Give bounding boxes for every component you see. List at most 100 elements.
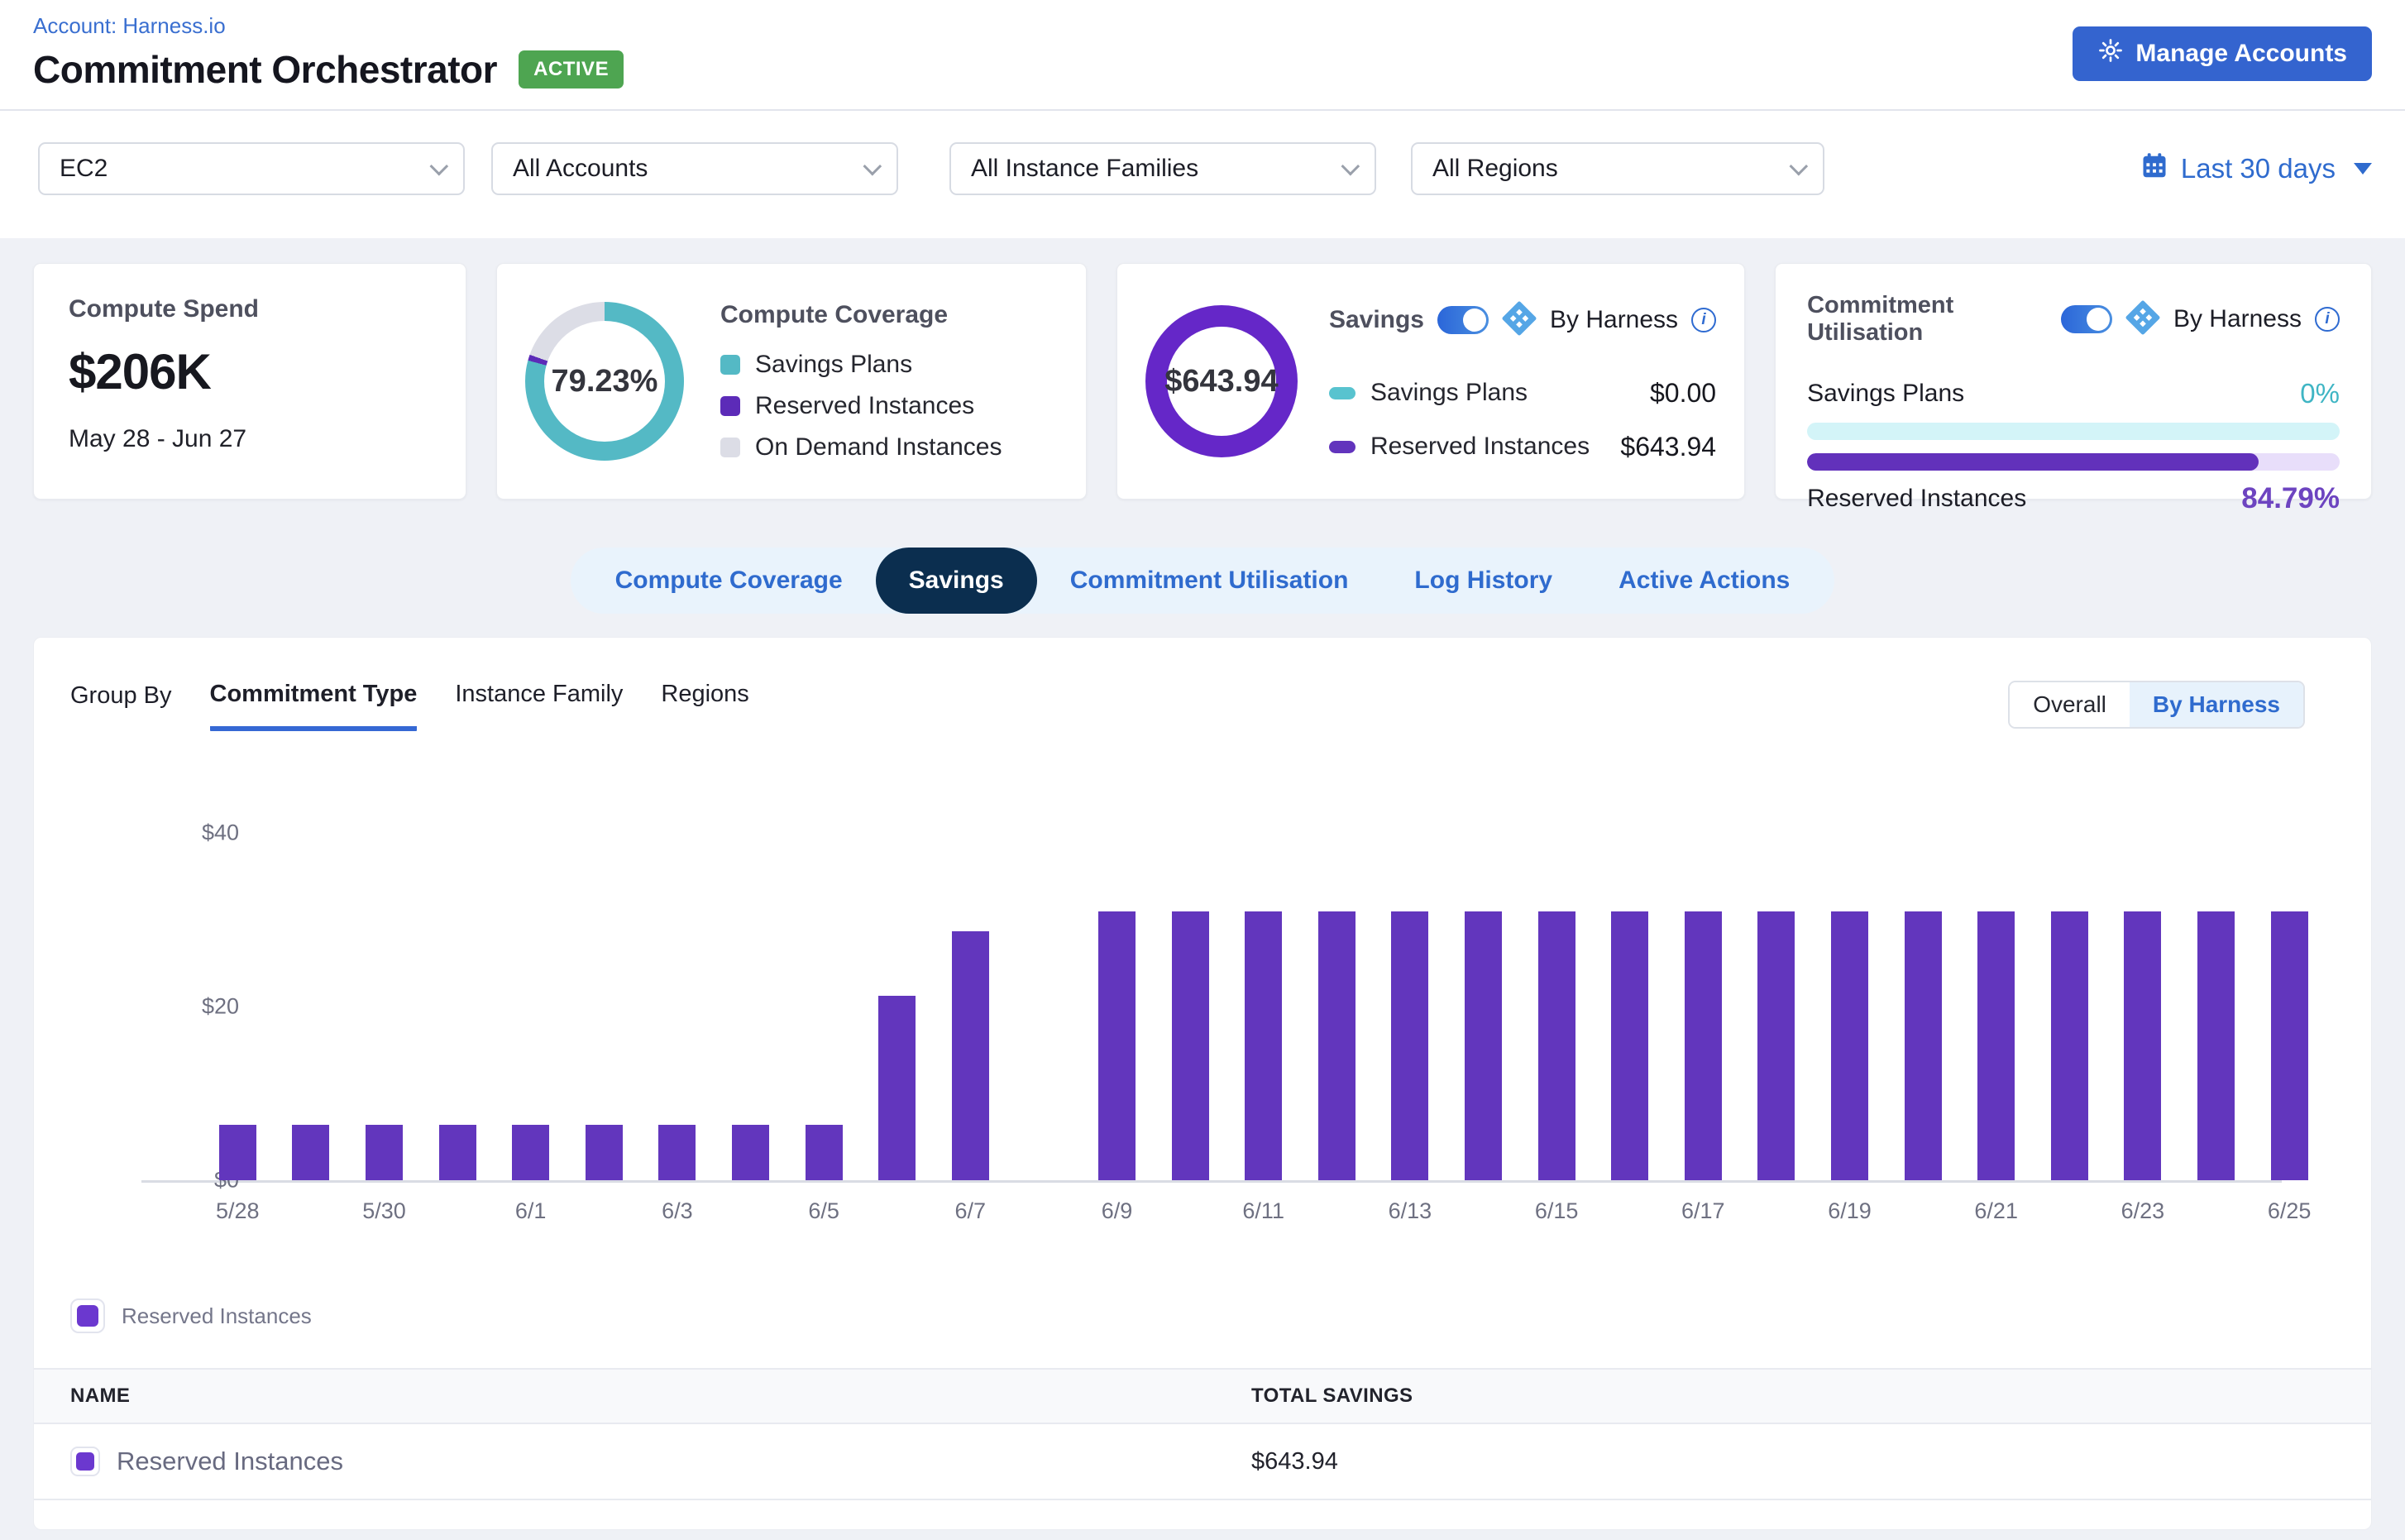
savings-row-label: Reserved Instances — [1370, 433, 1590, 461]
bar-6/15[interactable] — [1538, 911, 1575, 1181]
bar-6/3[interactable] — [658, 1125, 696, 1180]
tab-commitment-utilisation[interactable]: Commitment Utilisation — [1037, 548, 1382, 614]
coverage-legend: Savings Plans Reserved Instances On Demand… — [720, 351, 1002, 462]
chart-plot-area: $0$20$405/285/306/16/36/56/76/96/116/136… — [141, 835, 2282, 1183]
legend-toggle-reserved-instances[interactable] — [70, 1298, 105, 1333]
bar-5/28[interactable] — [219, 1125, 256, 1180]
bar-6/7[interactable] — [952, 931, 989, 1180]
x-axis-tick: 6/1 — [515, 1198, 547, 1224]
savings-row-value: $0.00 — [1650, 378, 1716, 409]
commitment-utilisation-card: Commitment Utilisation By Harness i Savi… — [1775, 263, 2372, 500]
group-by-regions[interactable]: Regions — [661, 681, 748, 731]
group-by-instance-family[interactable]: Instance Family — [455, 681, 623, 731]
legend-label: Reserved Instances — [122, 1303, 312, 1329]
bar-5/29[interactable] — [292, 1125, 329, 1180]
tab-savings[interactable]: Savings — [876, 548, 1037, 614]
row-total-savings: $643.94 — [1251, 1448, 2371, 1475]
savings-card: $643.94 Savings By Harness i Savings — [1116, 263, 1745, 500]
x-axis-tick: 6/3 — [662, 1198, 693, 1224]
status-badge: ACTIVE — [519, 50, 624, 88]
x-axis-tick: 5/30 — [362, 1198, 406, 1224]
bar-6/20[interactable] — [1905, 911, 1942, 1181]
bar-6/14[interactable] — [1465, 911, 1502, 1181]
bar-5/31[interactable] — [439, 1125, 476, 1180]
coverage-legend-item: Reserved Instances — [720, 392, 1002, 420]
bar-6/4[interactable] — [732, 1125, 769, 1180]
compute-spend-value: $206K — [69, 343, 431, 400]
row-legend-chip[interactable] — [70, 1447, 100, 1476]
accounts-dropdown[interactable]: All Accounts — [491, 142, 898, 195]
x-axis-tick: 6/25 — [2268, 1198, 2312, 1224]
column-header-total-savings: TOTAL SAVINGS — [1251, 1385, 2371, 1408]
savings-title: Savings — [1329, 306, 1424, 334]
commitment-utilisation-title: Commitment Utilisation — [1807, 292, 2048, 347]
bar-6/25[interactable] — [2271, 911, 2308, 1181]
date-range-picker[interactable]: Last 30 days — [2140, 151, 2372, 187]
bar-6/9[interactable] — [1098, 911, 1136, 1181]
x-axis-tick: 6/9 — [1102, 1198, 1133, 1224]
bar-6/6[interactable] — [878, 996, 916, 1180]
bar-6/24[interactable] — [2197, 911, 2235, 1181]
bar-6/22[interactable] — [2051, 911, 2088, 1181]
bar-6/13[interactable] — [1391, 911, 1428, 1181]
table-row: Reserved Instances $643.94 — [34, 1424, 2371, 1500]
compute-coverage-title: Compute Coverage — [720, 301, 1002, 329]
bar-6/1[interactable] — [512, 1125, 549, 1180]
legend-item-label: Savings Plans — [755, 351, 912, 379]
service-dropdown[interactable]: EC2 — [38, 142, 465, 195]
bar-6/21[interactable] — [1977, 911, 2015, 1181]
chevron-down-icon — [1341, 157, 1360, 176]
chart-legend: Reserved Instances — [70, 1298, 2371, 1333]
savings-by-harness-toggle[interactable] — [1437, 306, 1489, 334]
view-toggle-overall[interactable]: Overall — [2010, 682, 2130, 727]
manage-accounts-label: Manage Accounts — [2135, 40, 2347, 68]
tab-compute-coverage[interactable]: Compute Coverage — [582, 548, 876, 614]
x-axis-tick: 6/13 — [1389, 1198, 1432, 1224]
savings-breakdown: Savings Plans$0.00Reserved Instances$643… — [1329, 378, 1716, 462]
utilisation-ri-value: 84.79% — [2241, 482, 2340, 515]
coverage-legend-item: On Demand Instances — [720, 433, 1002, 462]
utilisation-ri-progressbar — [1807, 453, 2340, 471]
instance-families-dropdown[interactable]: All Instance Families — [949, 142, 1376, 195]
column-header-name: NAME — [34, 1385, 1251, 1408]
bar-6/16[interactable] — [1611, 911, 1648, 1181]
bar-6/12[interactable] — [1318, 911, 1356, 1181]
filter-bar: EC2 All Accounts All Instance Families A… — [0, 111, 2405, 238]
bar-6/23[interactable] — [2124, 911, 2161, 1181]
tab-log-history[interactable]: Log History — [1381, 548, 1585, 614]
savings-by-harness-label: By Harness — [1550, 306, 1678, 334]
legend-swatch — [720, 438, 740, 457]
bar-6/10[interactable] — [1172, 911, 1209, 1181]
breadcrumb[interactable]: Account: Harness.io — [33, 13, 2372, 39]
gear-icon — [2097, 37, 2124, 70]
bar-6/11[interactable] — [1245, 911, 1282, 1181]
legend-swatch — [720, 355, 740, 375]
bar-5/30[interactable] — [366, 1125, 403, 1180]
bar-6/19[interactable] — [1831, 911, 1868, 1181]
y-axis-tick: $20 — [173, 994, 239, 1020]
view-toggle-by-harness[interactable]: By Harness — [2130, 682, 2303, 727]
info-icon[interactable]: i — [2315, 307, 2340, 332]
bar-6/17[interactable] — [1685, 911, 1722, 1181]
x-axis-tick: 5/28 — [216, 1198, 260, 1224]
info-icon[interactable]: i — [1691, 308, 1716, 332]
regions-dropdown[interactable]: All Regions — [1411, 142, 1824, 195]
table-header: NAME TOTAL SAVINGS — [34, 1368, 2371, 1424]
x-axis-tick: 6/7 — [955, 1198, 987, 1224]
group-by-label: Group By — [70, 681, 172, 710]
bar-6/18[interactable] — [1757, 911, 1795, 1181]
bar-6/2[interactable] — [586, 1125, 623, 1180]
manage-accounts-button[interactable]: Manage Accounts — [2073, 26, 2372, 81]
row-name: Reserved Instances — [117, 1447, 343, 1476]
utilisation-ri-label: Reserved Instances — [1807, 485, 2026, 513]
bar-6/5[interactable] — [806, 1125, 843, 1180]
utilisation-by-harness-toggle[interactable] — [2061, 305, 2112, 333]
table-body: Reserved Instances $643.94 — [34, 1424, 2371, 1500]
compute-spend-title: Compute Spend — [69, 295, 431, 323]
x-axis-tick: 6/21 — [1974, 1198, 2018, 1224]
compute-spend-period: May 28 - Jun 27 — [69, 425, 431, 453]
tab-active-actions[interactable]: Active Actions — [1585, 548, 1823, 614]
group-by-commitment-type[interactable]: Commitment Type — [210, 681, 418, 731]
overall-by-harness-toggle: OverallBy Harness — [2008, 681, 2305, 729]
page-header: Account: Harness.io Commitment Orchestra… — [0, 0, 2405, 111]
